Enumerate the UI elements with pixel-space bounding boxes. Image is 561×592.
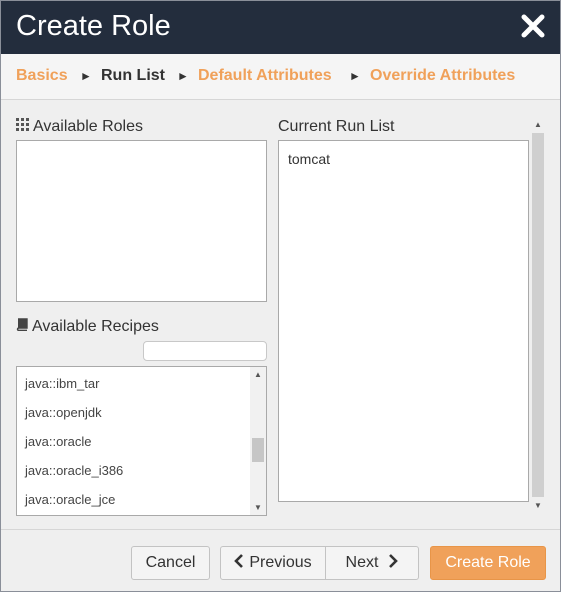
scroll-up-icon[interactable]: ▲ [530,118,546,132]
recipe-item[interactable]: java::oracle_i386 [25,463,123,478]
chevron-left-icon [234,554,249,572]
create-role-button-label: Create Role [445,554,531,571]
book-icon [16,318,28,336]
step-separator: ► [349,69,361,83]
available-recipes-label: Available Recipes [16,318,159,336]
next-button-label: Next [345,554,379,571]
available-roles-list[interactable] [16,140,267,302]
chevron-right-icon [378,554,399,572]
current-run-list[interactable]: tomcat [278,140,529,502]
recipe-item[interactable]: java::oracle_jce [25,492,115,507]
body-scrollbar[interactable]: ▲ ▼ [530,118,546,513]
create-role-button[interactable]: Create Role [430,546,546,580]
step-separator: ► [80,69,92,83]
step-override-attributes[interactable]: Override Attributes [370,67,515,85]
recipe-item[interactable]: java::ibm_tar [25,376,99,391]
step-separator: ► [177,69,189,83]
dialog-titlebar: Create Role [1,1,560,54]
scroll-down-icon[interactable]: ▼ [250,501,266,515]
recipe-filter-input[interactable] [143,341,267,361]
close-icon[interactable] [520,13,546,39]
recipe-item[interactable]: java::openjdk [25,405,102,420]
next-button[interactable]: Next [325,546,419,580]
wizard-breadcrumb: Basics ► Run List ► Default Attributes ►… [1,54,560,100]
current-run-list-label: Current Run List [278,118,395,135]
recipe-item[interactable]: java::oracle [25,434,91,449]
cancel-button-label: Cancel [145,554,196,571]
grid-icon [16,118,29,136]
dialog-title: Create Role [16,10,171,42]
run-list-item[interactable]: tomcat [288,151,330,167]
previous-button-label: Previous [249,554,312,571]
available-recipes-list[interactable]: java::ibm_tar java::openjdk java::oracle… [16,366,267,516]
available-roles-label: Available Roles [16,118,143,136]
scroll-down-icon[interactable]: ▼ [530,499,546,513]
dialog-body: Available Roles Available Recipes java::… [1,101,560,529]
available-recipes-text: Available Recipes [32,318,159,336]
step-default-attributes[interactable]: Default Attributes [198,67,332,85]
step-basics[interactable]: Basics [16,67,68,85]
step-run-list: Run List [101,67,165,84]
previous-button[interactable]: Previous [220,546,326,580]
cancel-button[interactable]: Cancel [131,546,210,580]
available-roles-text: Available Roles [33,118,143,136]
recipes-scrollbar[interactable]: ▲ ▼ [250,367,266,515]
recipes-scroll-thumb[interactable] [252,438,264,462]
body-scroll-thumb[interactable] [532,133,544,497]
create-role-dialog: Create Role Basics ► Run List ► Default … [0,0,561,592]
scroll-up-icon[interactable]: ▲ [250,368,266,382]
dialog-footer: Cancel Previous Next Create Role [1,529,560,591]
